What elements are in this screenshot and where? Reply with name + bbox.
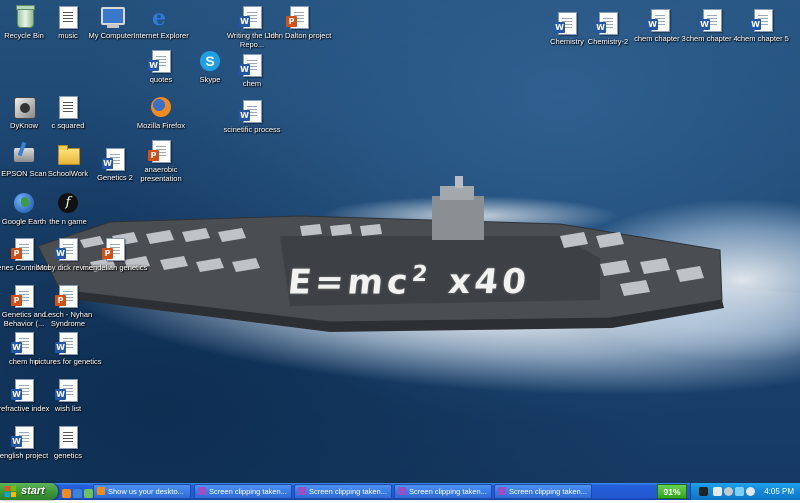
- desktop-icon-chem-chapter-5[interactable]: W chem chapter 5: [726, 7, 800, 44]
- desktop-icon-c-squared[interactable]: c squared: [31, 94, 105, 131]
- word-icon: W: [55, 342, 66, 353]
- word-icon: W: [148, 60, 159, 71]
- icon-label: John Dalton project: [266, 31, 332, 40]
- text-file-icon: [59, 426, 78, 449]
- word-icon: W: [554, 22, 565, 33]
- icon-label: pictures for genetics: [34, 357, 102, 366]
- start-label: start: [21, 485, 45, 497]
- taskbar-button-screen-clipping-3[interactable]: Screen clipping taken...: [394, 484, 492, 499]
- icon-label: Lesch - Nyhan Syndrome: [43, 310, 93, 328]
- word-icon: W: [239, 64, 250, 75]
- word-icon: W: [55, 248, 66, 259]
- battery-indicator[interactable]: 91%: [657, 484, 687, 499]
- onenote-icon: [398, 487, 406, 495]
- powerpoint-icon: P: [11, 295, 22, 306]
- tray-wireless-icon[interactable]: [735, 487, 744, 496]
- text-file-icon: [59, 96, 78, 119]
- computer-icon: [101, 7, 125, 28]
- internet-explorer-icon: e: [152, 5, 166, 31]
- desktop-icon-genetics[interactable]: genetics: [31, 424, 105, 461]
- word-icon: W: [750, 19, 761, 30]
- icon-label: chem chapter 5: [737, 34, 789, 43]
- onenote-icon: [498, 487, 506, 495]
- icon-label: anaerobic presentation: [140, 165, 182, 183]
- firefox-icon: [97, 487, 105, 495]
- desktop-icon-internet-explorer[interactable]: e Internet Explorer: [124, 4, 198, 41]
- taskbar-button-screen-clipping-4[interactable]: Screen clipping taken...: [494, 484, 592, 499]
- function-icon: f: [58, 193, 78, 213]
- clock[interactable]: 4:05 PM: [764, 483, 794, 500]
- firefox-quicklaunch-icon[interactable]: [62, 489, 71, 498]
- word-icon: W: [102, 158, 113, 169]
- start-button[interactable]: start: [0, 483, 58, 500]
- icon-label: Internet Explorer: [133, 31, 189, 40]
- onenote-icon: [298, 487, 306, 495]
- icon-label: genetics: [54, 451, 82, 460]
- desktop[interactable]: E=mc2 x40 Recycle Bin DyKnow EPSON Scan G…: [0, 0, 800, 483]
- icon-label: scinetific process: [223, 125, 281, 134]
- powerpoint-icon: P: [102, 248, 113, 259]
- desktop-icon-chem[interactable]: W chem: [215, 52, 289, 89]
- powerpoint-icon: P: [148, 150, 159, 161]
- desktop-icon-john-dalton-project[interactable]: P John Dalton project: [262, 4, 336, 41]
- word-icon: W: [699, 19, 710, 30]
- tray-app-icon[interactable]: [699, 487, 708, 496]
- tray-network-icon[interactable]: [713, 487, 722, 496]
- desktop-icon-the-n-game[interactable]: f the n game: [31, 190, 105, 227]
- onenote-icon: [198, 487, 206, 495]
- icon-label: mendelian genetics: [82, 263, 148, 272]
- desktop-icon-scinetific-process[interactable]: W scinetific process: [215, 98, 289, 135]
- word-icon: W: [595, 22, 606, 33]
- windows-logo-icon: [5, 486, 16, 497]
- powerpoint-icon: P: [11, 248, 22, 259]
- tray-volume-icon[interactable]: [724, 487, 733, 496]
- icon-label: c squared: [51, 121, 85, 130]
- system-tray: 4:05 PM: [690, 483, 800, 500]
- word-icon: W: [239, 110, 250, 121]
- icon-label: chem: [242, 79, 262, 88]
- desktop-icon-mozilla-firefox[interactable]: Mozilla Firefox: [124, 94, 198, 131]
- icon-label: wish list: [54, 404, 82, 413]
- icon-label: the n game: [49, 217, 87, 226]
- taskbar-button-screen-clipping-1[interactable]: Screen clipping taken...: [194, 484, 292, 499]
- desktop-icon-anaerobic-presentation[interactable]: P anaerobic presentation: [124, 138, 198, 183]
- word-icon: W: [11, 342, 22, 353]
- desktop-icon-mendelian-genetics[interactable]: P mendelian genetics: [78, 236, 152, 273]
- powerpoint-icon: P: [55, 295, 66, 306]
- show-desktop-icon[interactable]: [84, 489, 93, 498]
- taskbar: start Show us your deskto... Screen clip…: [0, 483, 800, 500]
- folder-icon: [58, 145, 80, 165]
- icon-label: Mozilla Firefox: [136, 121, 186, 130]
- desktop-icon-pictures-for-genetics[interactable]: W pictures for genetics: [31, 330, 105, 367]
- word-icon: W: [647, 19, 658, 30]
- word-icon: W: [11, 389, 22, 400]
- powerpoint-icon: P: [286, 16, 297, 27]
- taskbar-button-show-us-desktop[interactable]: Show us your deskto...: [93, 484, 191, 499]
- desktop-icon-lesch-nyhan[interactable]: P Lesch - Nyhan Syndrome: [31, 283, 105, 328]
- deck-formation-text: E=mc2 x40: [285, 262, 532, 303]
- taskbar-button-screen-clipping-2[interactable]: Screen clipping taken...: [294, 484, 392, 499]
- ie-quicklaunch-icon[interactable]: [73, 489, 82, 498]
- word-icon: W: [239, 16, 250, 27]
- tray-security-icon[interactable]: [746, 487, 755, 496]
- desktop-icon-wish-list[interactable]: W wish list: [31, 377, 105, 414]
- quick-launch: [62, 485, 95, 498]
- word-icon: W: [55, 389, 66, 400]
- word-icon: W: [11, 436, 22, 447]
- firefox-icon: [151, 97, 171, 117]
